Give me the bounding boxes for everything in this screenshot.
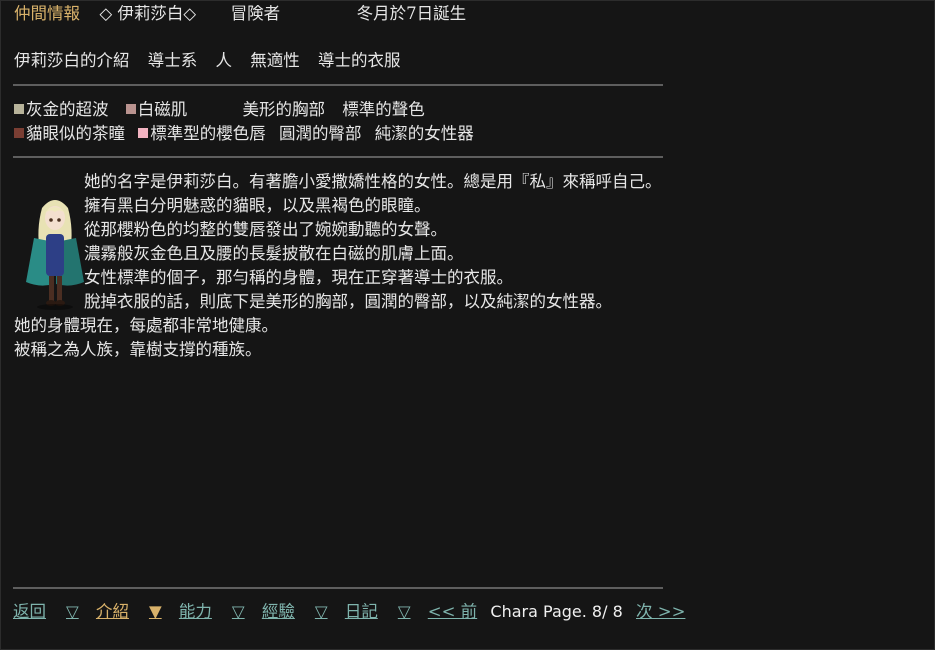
description-line: 脫掉衣服的話，則底下是美形的胸部，圓潤的臀部，以及純潔的女性器。 [84, 292, 612, 311]
header-bar: 仲間情報 ◇ 伊莉莎白◇ 冒険者 冬月於7日誕生 [14, 3, 466, 25]
page-indicator: Chara Page. 8/ 8 [490, 602, 623, 621]
trait-label: 貓眼似的茶瞳 [26, 124, 125, 143]
nav-label: 介紹 [95, 602, 129, 621]
intro-line: 伊莉莎白的介紹 導士系 人 無適性 導士的衣服 [14, 50, 414, 72]
triangle-down-icon: ▽ [66, 602, 79, 621]
trait-label: 圓潤的臀部 [279, 124, 362, 143]
trait-hair: 灰金的超波 [14, 98, 109, 122]
description-line: 被稱之為人族，靠樹支撐的種族。 [14, 340, 262, 359]
nav-back-button[interactable]: 返回 ▽ [13, 600, 79, 624]
trait-label: 標準的聲色 [342, 100, 425, 119]
trait-row: 貓眼似的茶瞳 標準型的櫻色唇 圓潤的臀部 純潔的女性器 [14, 122, 486, 146]
character-description: 她的名字是伊莉莎白。有著膽小愛撒嬌性格的女性。總是用『私』來稱呼自己。 擁有黑白… [14, 170, 662, 362]
birthday-text: 冬月於7日誕生 [356, 4, 467, 23]
next-page-link[interactable]: 次 >> [636, 602, 685, 621]
nav-label: 能力 [178, 602, 212, 621]
description-line: 她的身體現在，每處都非常地健康。 [14, 316, 278, 335]
trait-genitals: 純潔的女性器 [375, 122, 474, 146]
triangle-down-icon: ▽ [397, 602, 411, 621]
nav-label: 日記 [344, 602, 378, 621]
trait-eyes: 貓眼似的茶瞳 [14, 122, 125, 146]
nav-ability-button[interactable]: 能力 ▽ [179, 600, 245, 624]
triangle-down-icon: ▽ [231, 602, 245, 621]
character-role: 冒険者 [230, 4, 281, 23]
color-swatch-icon [14, 104, 24, 114]
divider-top [13, 84, 663, 86]
trait-chest: 美形的胸部 [243, 98, 326, 122]
class-type: 導士系 [147, 51, 198, 70]
trait-voice: 標準的聲色 [342, 98, 425, 122]
trait-label: 標準型的櫻色唇 [150, 124, 266, 143]
color-swatch-icon [14, 128, 24, 138]
nav-label: 經驗 [261, 602, 295, 621]
trait-hips: 圓潤的臀部 [279, 122, 362, 146]
trait-row: 灰金的超波 白磁肌 美形的胸部 標準的聲色 [14, 98, 486, 122]
nav-experience-button[interactable]: 經驗 ▽ [262, 600, 328, 624]
trait-label: 純潔的女性器 [374, 124, 474, 143]
nav-label: 返回 [13, 602, 46, 621]
aptitude: 無適性 [250, 51, 300, 70]
trait-lips: 標準型的櫻色唇 [138, 122, 266, 146]
trait-label: 灰金的超波 [26, 100, 109, 119]
intro-title: 伊莉莎白的介紹 [14, 51, 130, 70]
trait-label: 白磁肌 [137, 100, 188, 119]
screen-title: 仲間情報 [14, 4, 80, 23]
character-name: ◇ 伊莉莎白◇ [99, 4, 197, 23]
triangle-down-icon: ▽ [314, 602, 328, 621]
description-line: 女性標準的個子，那勻稱的身體，現在正穿著導士的衣服。 [84, 268, 513, 287]
description-line: 從那櫻粉色的均整的雙唇發出了婉婉動聽的女聲。 [84, 220, 447, 239]
triangle-down-icon: ▼ [148, 602, 162, 621]
outfit: 導士的衣服 [318, 51, 401, 70]
description-line: 擁有黑白分明魅惑的貓眼，以及黑褐色的眼瞳。 [84, 196, 431, 215]
color-swatch-icon [138, 128, 149, 138]
prev-page-link[interactable]: << 前 [428, 602, 477, 621]
nav-diary-button[interactable]: 日記 ▽ [345, 600, 411, 624]
trait-list: 灰金的超波 白磁肌 美形的胸部 標準的聲色 貓眼似的茶瞳 標準型的櫻色唇 圓潤的… [14, 98, 486, 146]
nav-intro-button[interactable]: 介紹 ▼ [96, 600, 162, 624]
color-swatch-icon [125, 104, 136, 114]
race: 人 [215, 51, 233, 70]
description-line: 濃霧般灰金色且及腰的長髮披散在白磁的肌膚上面。 [84, 244, 464, 263]
trait-label: 美形的胸部 [242, 100, 326, 119]
divider-bottom [13, 587, 663, 589]
description-line: 她的名字是伊莉莎白。有著膽小愛撒嬌性格的女性。總是用『私』來稱呼自己。 [84, 172, 662, 191]
footer-nav: 返回 ▽ 介紹 ▼ 能力 ▽ 經驗 ▽ 日記 ▽ << 前 Chara Page. 8/ … [13, 600, 693, 624]
trait-skin: 白磁肌 [125, 98, 188, 122]
divider-middle [13, 156, 663, 158]
